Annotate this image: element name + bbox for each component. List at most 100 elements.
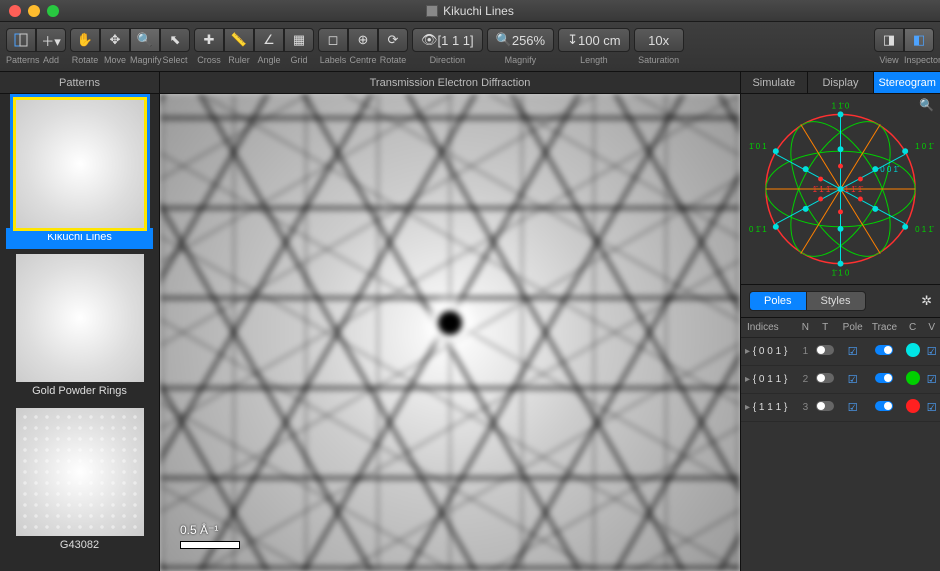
scale-bar-line — [180, 541, 240, 549]
color-swatch[interactable] — [906, 399, 920, 413]
th-pole: Pole — [838, 318, 867, 338]
saturation-field[interactable]: 10x — [634, 28, 684, 52]
pattern-item-g43082[interactable]: G43082 — [6, 408, 153, 557]
scale-label: 0.5 Å⁻¹ — [180, 523, 240, 537]
svg-text:1 1̄ 0: 1 1̄ 0 — [832, 101, 850, 110]
checkbox-pole[interactable]: ☑ — [848, 374, 858, 386]
direction-field[interactable]: 👁 [1 1 1] — [412, 28, 483, 52]
svg-text:0 1̄ 1: 0 1̄ 1 — [749, 225, 767, 234]
patterns-label: Patterns — [6, 55, 36, 65]
add-button[interactable]: ＋▾ — [36, 28, 66, 52]
seg-poles[interactable]: Poles — [749, 291, 807, 311]
view-label: View — [874, 55, 904, 65]
magnify-field[interactable]: 🔍 256% — [487, 28, 554, 52]
toggle-trace[interactable] — [875, 401, 893, 411]
checkbox-pole[interactable]: ☑ — [848, 402, 858, 414]
toolbar: ＋▾ PatternsAdd ✋ ✥ 🔍 ⬉ Rotate Move Magni… — [0, 22, 940, 72]
length-value: 100 cm — [578, 33, 621, 48]
thumbnail — [16, 100, 144, 228]
rotate2-label: Rotate — [378, 55, 408, 65]
th-n: N — [799, 318, 812, 338]
inspector-label: Inspector — [904, 55, 934, 65]
gear-icon[interactable]: ✲ — [921, 293, 932, 309]
stereogram[interactable]: 🔍 — [741, 94, 940, 284]
pattern-item-kikuchi[interactable]: Kikuchi Lines — [6, 100, 153, 249]
table-row[interactable]: ▸ { 0 0 1 }1☑☑ — [741, 338, 940, 366]
magnify2-label: Magnify — [505, 55, 537, 65]
view-button[interactable]: ◨ — [874, 28, 904, 52]
color-swatch[interactable] — [906, 371, 920, 385]
inspector-button[interactable]: ◧ — [904, 28, 934, 52]
toggle-t[interactable] — [816, 345, 834, 355]
patterns-header: Patterns — [0, 72, 160, 93]
saturation-value: 10x — [648, 33, 669, 48]
tab-stereogram[interactable]: Stereogram — [873, 72, 940, 93]
svg-text:1 0 1̄: 1 0 1̄ — [915, 142, 935, 151]
window-title-text: Kikuchi Lines — [443, 4, 514, 18]
angle-tool[interactable]: ∠ — [254, 28, 284, 52]
checkbox-v[interactable]: ☑ — [927, 374, 937, 386]
length-label: Length — [580, 55, 608, 65]
right-tabs: Simulate Display Stereogram — [740, 72, 940, 93]
pattern-name: G43082 — [6, 536, 153, 557]
thumbnail — [16, 254, 144, 382]
move-tool[interactable]: ✥ — [100, 28, 130, 52]
th-indices: Indices — [741, 318, 799, 338]
titlebar: Kikuchi Lines — [0, 0, 940, 22]
svg-text:1̄ 0 1: 1̄ 0 1 — [749, 142, 767, 151]
magnify-value: 256% — [512, 33, 545, 48]
tab-simulate[interactable]: Simulate — [740, 72, 807, 93]
checkbox-pole[interactable]: ☑ — [848, 346, 858, 358]
ruler-label: Ruler — [224, 55, 254, 65]
window-title: Kikuchi Lines — [0, 4, 940, 18]
magnify-tool[interactable]: 🔍 — [130, 28, 160, 52]
color-swatch[interactable] — [906, 343, 920, 357]
svg-text:1 1̄ 1̄: 1 1̄ 1̄ — [844, 185, 864, 194]
labels-button[interactable]: ◻ — [318, 28, 348, 52]
tab-display[interactable]: Display — [807, 72, 874, 93]
ruler-tool[interactable]: 📏 — [224, 28, 254, 52]
grid-tool[interactable]: ▦ — [284, 28, 314, 52]
th-v: V — [923, 318, 940, 338]
seg-styles[interactable]: Styles — [807, 291, 866, 311]
stereogram-segment: Poles Styles ✲ — [741, 284, 940, 318]
labels-label: Labels — [318, 55, 348, 65]
table-row[interactable]: ▸ { 0 1 1 }2☑☑ — [741, 366, 940, 394]
table-row[interactable]: ▸ { 1 1 1 }3☑☑ — [741, 394, 940, 422]
svg-text:1̄ 1 0: 1̄ 1 0 — [832, 269, 850, 278]
toggle-t[interactable] — [816, 401, 834, 411]
sidebar: Kikuchi Lines Gold Powder Rings G43082 — [0, 94, 160, 571]
rotate2-button[interactable]: ⟳ — [378, 28, 408, 52]
centre-label: Centre — [348, 55, 378, 65]
cross-label: Cross — [194, 55, 224, 65]
select-label: Select — [160, 55, 190, 65]
toggle-t[interactable] — [816, 373, 834, 383]
th-trace: Trace — [867, 318, 902, 338]
stereogram-svg: 1 1̄ 0 1 0 1̄ 0 1 1̄ 1̄ 1 0 0 1̄ 1 1̄ 0 … — [741, 94, 940, 284]
column-headers: Patterns Transmission Electron Diffracti… — [0, 72, 940, 94]
inspector-panel: 🔍 — [740, 94, 940, 571]
select-tool[interactable]: ⬉ — [160, 28, 190, 52]
pattern-item-gold[interactable]: Gold Powder Rings — [6, 254, 153, 403]
angle-label: Angle — [254, 55, 284, 65]
magnify-label: Magnify — [130, 55, 160, 65]
stereogram-magnify-icon[interactable]: 🔍 — [919, 98, 934, 112]
centre-button[interactable]: ⊕ — [348, 28, 378, 52]
saturation-label: Saturation — [638, 55, 679, 65]
checkbox-v[interactable]: ☑ — [927, 346, 937, 358]
length-field[interactable]: ↧ 100 cm — [558, 28, 630, 52]
rotate-label: Rotate — [70, 55, 100, 65]
toggle-trace[interactable] — [875, 373, 893, 383]
diffraction-viewer[interactable]: 0.5 Å⁻¹ — [160, 94, 740, 571]
scale-bar: 0.5 Å⁻¹ — [180, 523, 240, 549]
cross-tool[interactable]: ✚ — [194, 28, 224, 52]
direction-label: Direction — [430, 55, 466, 65]
patterns-button[interactable] — [6, 28, 36, 52]
rotate-tool[interactable]: ✋ — [70, 28, 100, 52]
svg-text:0 1 1̄: 0 1 1̄ — [915, 225, 935, 234]
checkbox-v[interactable]: ☑ — [927, 402, 937, 414]
svg-text:0 0 1̄: 0 0 1̄ — [880, 165, 900, 174]
direction-value: [1 1 1] — [438, 33, 474, 48]
viewer-header: Transmission Electron Diffraction — [160, 72, 740, 93]
toggle-trace[interactable] — [875, 345, 893, 355]
